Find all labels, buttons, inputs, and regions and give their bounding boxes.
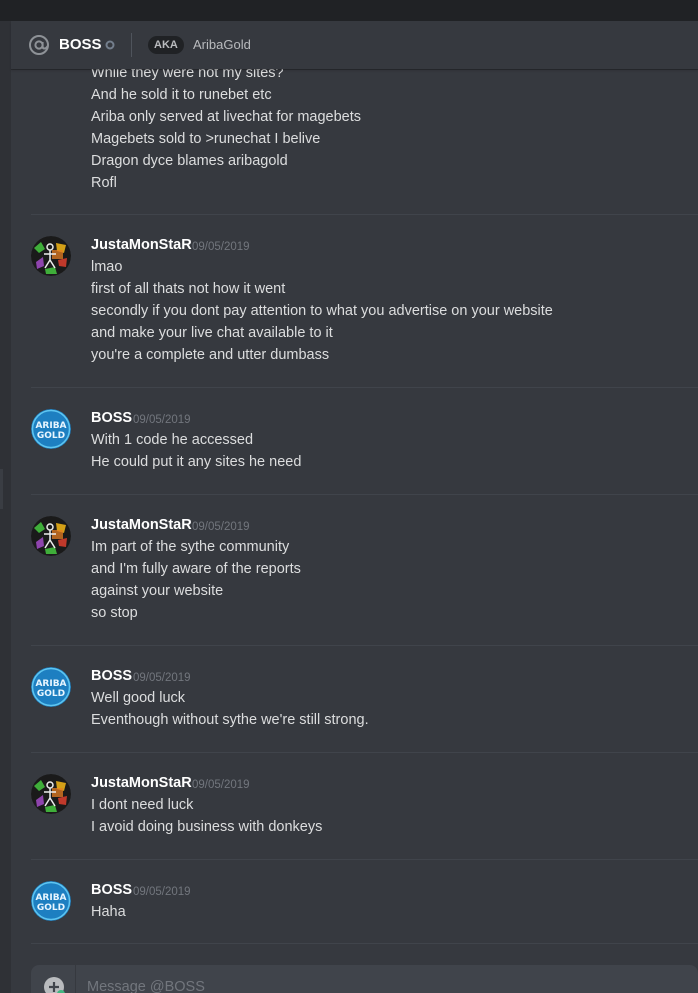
message-line: and make your live chat available to it xyxy=(91,325,333,341)
dm-recipient-name[interactable]: BOSS xyxy=(59,36,102,54)
message-divider xyxy=(31,387,698,388)
message-line: Haha xyxy=(91,904,126,920)
message-line: Ariba only served at livechat for magebe… xyxy=(91,109,361,125)
message-author[interactable]: JustaMonStaR xyxy=(91,516,192,534)
message-author[interactable]: JustaMonStaR xyxy=(91,774,192,792)
message-divider xyxy=(31,494,698,495)
message-timestamp: 09/05/2019 xyxy=(133,672,191,684)
message-line: Magebets sold to >runechat I belive xyxy=(91,131,321,147)
message-line: I avoid doing business with donkeys xyxy=(91,819,323,835)
avatar-text: GOLD xyxy=(37,903,65,913)
message-author[interactable]: BOSS xyxy=(91,881,132,899)
message-line: against your website xyxy=(91,583,224,599)
message-line: While they were not my sites? xyxy=(91,69,284,81)
message-line: lmao xyxy=(91,259,123,275)
message-line: Well good luck xyxy=(91,690,186,706)
avatar-justamonstar[interactable] xyxy=(31,236,71,276)
message-line: first of all thats not how it went xyxy=(91,281,286,297)
message-line: With 1 code he accessed xyxy=(91,432,254,448)
message-line: secondly if you dont pay attention to wh… xyxy=(91,303,553,319)
message-line: He could put it any sites he need xyxy=(91,454,302,470)
header-divider xyxy=(131,33,132,57)
message-divider xyxy=(31,752,698,753)
message-timestamp: 09/05/2019 xyxy=(192,779,250,791)
avatar-text: ARIBA xyxy=(35,679,66,689)
avatar-text: ARIBA xyxy=(35,421,66,431)
avatar-justamonstar[interactable] xyxy=(31,774,71,814)
message-line: Dragon dyce blames aribagold xyxy=(91,153,288,169)
dm-window: BOSS AKA AribaGold While they were not m… xyxy=(0,0,698,993)
message-divider xyxy=(31,645,698,646)
avatar-text: GOLD xyxy=(37,431,65,441)
avatar-boss[interactable]: ARIBA GOLD xyxy=(31,881,71,921)
composer-divider xyxy=(75,965,76,993)
channel-header: BOSS AKA AribaGold xyxy=(11,21,698,69)
scroll-marker xyxy=(0,469,3,509)
message-line: I dont need luck xyxy=(91,797,194,813)
title-bar xyxy=(0,0,698,21)
message-input[interactable] xyxy=(87,975,647,993)
avatar-text: ARIBA xyxy=(35,893,66,903)
message-line: Rofl xyxy=(91,175,117,191)
message-timestamp: 09/05/2019 xyxy=(133,886,191,898)
message-divider xyxy=(31,943,698,944)
message-line: so stop xyxy=(91,605,138,621)
message-divider xyxy=(31,214,698,215)
message-line: you're a complete and utter dumbass xyxy=(91,347,330,363)
add-circle-icon[interactable] xyxy=(43,976,65,993)
message-line: Eventhough without sythe we're still str… xyxy=(91,712,369,728)
offline-status-icon xyxy=(105,40,115,50)
message-author[interactable]: JustaMonStaR xyxy=(91,236,192,254)
message-author[interactable]: BOSS xyxy=(91,667,132,685)
avatar-boss[interactable]: ARIBA GOLD xyxy=(31,409,71,449)
message-line: and I'm fully aware of the reports xyxy=(91,561,301,577)
message-line: Im part of the sythe community xyxy=(91,539,290,555)
at-icon xyxy=(29,35,49,55)
message-line: And he sold it to runebet etc xyxy=(91,87,272,103)
aka-badge: AKA xyxy=(148,36,184,54)
message-timestamp: 09/05/2019 xyxy=(192,521,250,533)
message-composer xyxy=(31,965,698,993)
recipient-alias: AribaGold xyxy=(193,37,251,52)
message-author[interactable]: BOSS xyxy=(91,409,132,427)
message-timestamp: 09/05/2019 xyxy=(192,241,250,253)
message-list[interactable]: While they were not my sites? And he sol… xyxy=(11,69,698,964)
message-timestamp: 09/05/2019 xyxy=(133,414,191,426)
avatar-text: GOLD xyxy=(37,689,65,699)
message-divider xyxy=(31,859,698,860)
avatar-justamonstar[interactable] xyxy=(31,516,71,556)
avatar-boss[interactable]: ARIBA GOLD xyxy=(31,667,71,707)
sidebar-edge xyxy=(0,21,11,993)
